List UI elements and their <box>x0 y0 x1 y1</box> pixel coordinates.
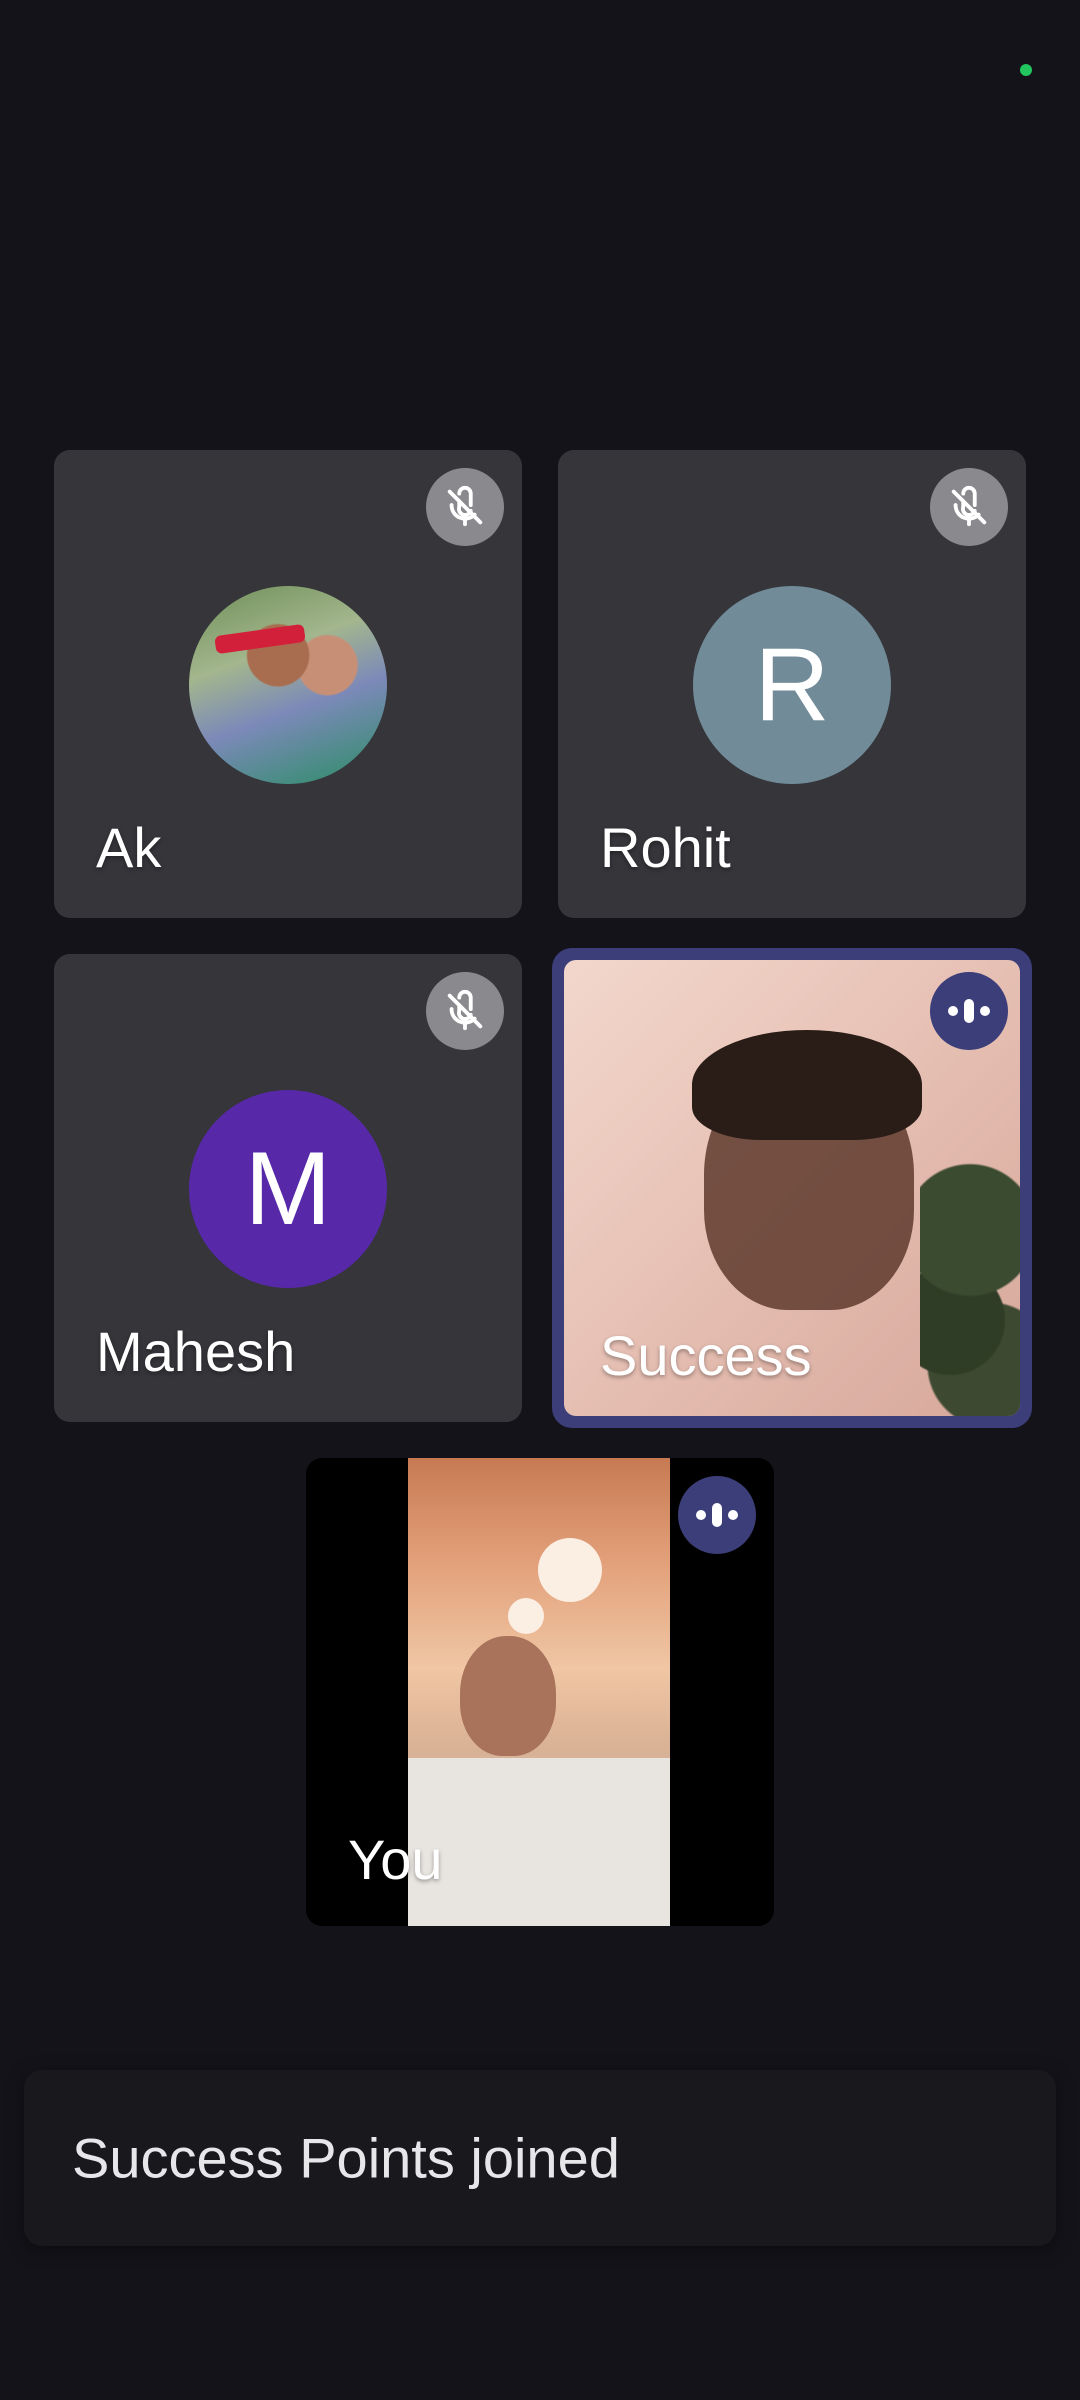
mic-off-icon <box>426 468 504 546</box>
toast-message: Success Points joined <box>72 2126 620 2190</box>
join-notification-toast: Success Points joined <box>24 2070 1056 2246</box>
participant-tile-ak[interactable]: Ak <box>54 450 522 918</box>
participant-tile-mahesh[interactable]: M Mahesh <box>54 954 522 1422</box>
mic-off-icon <box>930 468 1008 546</box>
participant-tile-success[interactable]: Success <box>552 948 1032 1428</box>
participant-tile-rohit[interactable]: R Rohit <box>558 450 1026 918</box>
participant-video: Success <box>564 960 1020 1416</box>
avatar: M <box>189 1090 387 1288</box>
participant-name: You <box>348 1828 443 1891</box>
self-video <box>408 1458 670 1926</box>
participant-name: Mahesh <box>96 1320 296 1383</box>
participant-name: Rohit <box>600 816 731 879</box>
meeting-screen: Ak R Rohit M Mahesh Success You Success … <box>0 0 1080 2400</box>
audio-level-icon <box>678 1476 756 1554</box>
participant-tile-self[interactable]: You <box>306 1458 774 1926</box>
mic-off-icon <box>426 972 504 1050</box>
avatar: R <box>693 586 891 784</box>
avatar <box>189 586 387 784</box>
participant-name: Success <box>600 1324 812 1387</box>
audio-level-icon <box>930 972 1008 1050</box>
active-indicator-dot <box>1020 64 1032 76</box>
participant-name: Ak <box>96 816 162 879</box>
